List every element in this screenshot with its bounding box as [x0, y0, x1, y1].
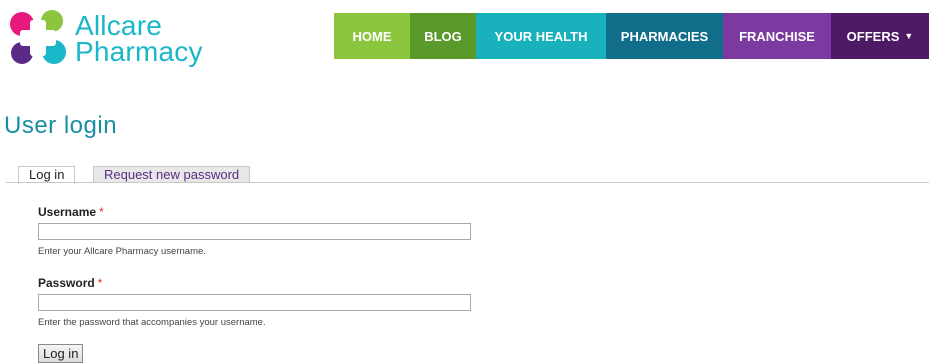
username-label: Username * [38, 205, 104, 219]
nav-home-label: HOME [352, 28, 392, 44]
tab-request-new-password[interactable]: Request new password [93, 166, 251, 183]
password-required-mark: * [97, 276, 103, 290]
nav-your-health-label: YOUR HEALTH [494, 28, 588, 44]
username-description: Enter your Allcare Pharmacy username. [38, 246, 206, 257]
nav-franchise-label: FRANCHISE [739, 28, 815, 44]
caret-down-icon: ▼ [904, 31, 914, 41]
username-input[interactable] [38, 223, 471, 240]
nav-pharmacies-label: PHARMACIES [620, 28, 709, 44]
nav-blog[interactable]: BLOG [410, 13, 476, 59]
password-description: Enter the password that accompanies your… [38, 317, 266, 328]
tab-request-new-password-label: Request new password [104, 167, 240, 182]
tab-log-in-label: Log in [29, 167, 65, 182]
log-in-button[interactable]: Log in [38, 344, 84, 363]
username-label-text: Username [38, 205, 97, 219]
site-logo[interactable]: Allcare Pharmacy [8, 10, 218, 70]
page-title: User login [4, 112, 118, 139]
password-label-text: Password [38, 276, 95, 290]
nav-pharmacies[interactable]: PHARMACIES [606, 13, 723, 59]
main-nav: HOME BLOG YOUR HEALTH PHARMACIES FRANCHI… [334, 13, 929, 59]
nav-offers[interactable]: OFFERS ▼ [831, 13, 929, 59]
nav-franchise[interactable]: FRANCHISE [723, 13, 831, 59]
nav-your-health[interactable]: YOUR HEALTH [476, 13, 606, 59]
password-input[interactable] [38, 294, 471, 311]
brand-name-line2: Pharmacy [75, 36, 203, 67]
tabs-divider [6, 182, 929, 183]
nav-blog-label: BLOG [424, 28, 462, 44]
brand-name: Allcare Pharmacy [75, 12, 203, 67]
nav-home[interactable]: HOME [334, 13, 410, 59]
nav-offers-label: OFFERS [846, 28, 900, 44]
allcare-logo-icon [10, 10, 66, 64]
username-required-mark: * [99, 205, 104, 219]
password-label: Password * [38, 276, 102, 290]
